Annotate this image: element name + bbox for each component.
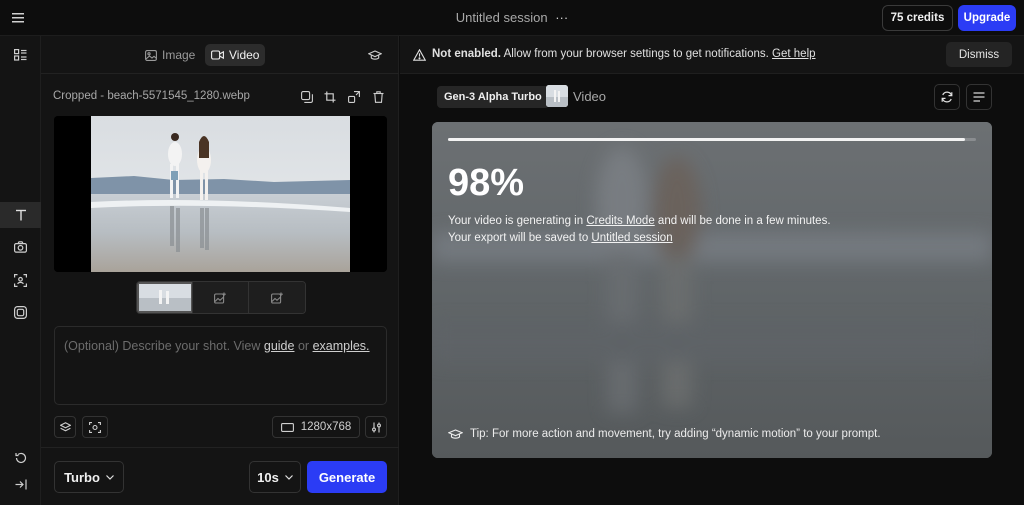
chevron-down-icon bbox=[105, 474, 114, 480]
progress-fill bbox=[448, 138, 966, 141]
notification-message: Allow from your browser settings to get … bbox=[503, 48, 769, 60]
notification-text: Not enabled. Allow from your browser set… bbox=[432, 48, 816, 60]
model-select[interactable]: Turbo bbox=[54, 461, 124, 493]
collapse-icon[interactable] bbox=[0, 471, 41, 497]
tab-video[interactable]: Video bbox=[205, 44, 266, 66]
add-image-icon bbox=[270, 292, 284, 304]
generate-button[interactable]: Generate bbox=[307, 461, 387, 493]
resolution-label: 1280x768 bbox=[300, 421, 352, 433]
learn-icon[interactable] bbox=[367, 48, 383, 62]
layers-icon[interactable] bbox=[0, 299, 41, 325]
prompt-placeholder: (Optional) Describe your shot. View bbox=[64, 339, 261, 353]
duration-select-value: 10s bbox=[257, 469, 279, 485]
top-bar: Untitled session ··· 75 credits Upgrade bbox=[0, 0, 1024, 36]
camera-icon[interactable] bbox=[0, 234, 41, 260]
image-icon bbox=[145, 49, 157, 61]
beach-couple-image bbox=[54, 116, 387, 272]
status-line-1: Your video is generating in Credits Mode… bbox=[448, 215, 831, 227]
trash-icon[interactable] bbox=[370, 89, 386, 105]
tab-image[interactable]: Image bbox=[139, 44, 201, 66]
input-image-preview bbox=[54, 116, 387, 272]
prompt-or: or bbox=[297, 339, 310, 353]
camera-control-button[interactable] bbox=[82, 416, 108, 438]
generation-card: 98% Your video is generating in Credits … bbox=[432, 122, 992, 458]
left-rail bbox=[0, 36, 41, 505]
mode-tabs: Image Video bbox=[41, 36, 399, 74]
graduation-cap-icon bbox=[448, 428, 463, 440]
model-badge: Gen-3 Alpha Turbo bbox=[437, 86, 549, 108]
add-image-slot-1[interactable] bbox=[193, 282, 249, 313]
refresh-icon bbox=[941, 91, 953, 103]
media-type-label: Video bbox=[573, 88, 607, 104]
history-icon[interactable] bbox=[0, 445, 41, 471]
tab-image-label: Image bbox=[162, 48, 196, 62]
refresh-button[interactable] bbox=[934, 84, 960, 110]
tab-video-label: Video bbox=[229, 48, 260, 62]
chevron-down-icon bbox=[284, 474, 293, 480]
status-line-2-prefix: Your export will be saved to bbox=[448, 232, 589, 244]
prompt-textarea[interactable]: (Optional) Describe your shot. View guid… bbox=[54, 326, 387, 405]
add-image-slot-2[interactable] bbox=[249, 282, 305, 313]
sessions-icon[interactable] bbox=[0, 42, 41, 68]
warning-icon bbox=[412, 48, 426, 61]
style-layers-button[interactable] bbox=[54, 416, 76, 438]
model-select-value: Turbo bbox=[64, 469, 100, 485]
credits-button[interactable]: 75 credits bbox=[882, 5, 953, 31]
text-icon[interactable] bbox=[0, 202, 41, 228]
progress-bar bbox=[448, 138, 976, 141]
generation-panel: Image Video Cropped - beach-5571545_1280… bbox=[41, 36, 399, 505]
focus-icon bbox=[89, 421, 101, 433]
aspect-ratio-icon bbox=[280, 422, 294, 432]
stack-icon bbox=[59, 422, 71, 432]
add-image-icon bbox=[214, 292, 227, 304]
thumbnail-1[interactable] bbox=[137, 282, 193, 313]
progress-percent: 98% bbox=[448, 162, 525, 204]
menu-icon[interactable] bbox=[8, 7, 30, 29]
file-name: Cropped - beach-5571545_1280.webp bbox=[53, 90, 250, 102]
resolution-button[interactable]: 1280x768 bbox=[272, 416, 360, 438]
video-icon bbox=[211, 50, 224, 60]
session-title-area: Untitled session ··· bbox=[0, 10, 1024, 25]
divider bbox=[41, 447, 399, 448]
status-line-1-suffix: and will be done in a few minutes. bbox=[657, 215, 831, 227]
session-link[interactable]: Untitled session bbox=[591, 232, 672, 244]
credits-mode-link[interactable]: Credits Mode bbox=[586, 215, 654, 227]
notification-bar: Not enabled. Allow from your browser set… bbox=[400, 36, 1024, 74]
session-more-icon[interactable]: ··· bbox=[555, 10, 568, 25]
list-icon bbox=[973, 92, 985, 102]
duplicate-icon[interactable] bbox=[299, 89, 315, 105]
crop-icon[interactable] bbox=[322, 89, 338, 105]
image-thumbnails bbox=[136, 281, 306, 314]
input-thumbnail bbox=[546, 85, 568, 107]
sliders-icon bbox=[371, 422, 382, 433]
dismiss-button[interactable]: Dismiss bbox=[946, 42, 1012, 67]
details-button[interactable] bbox=[966, 84, 992, 110]
replace-image-icon[interactable] bbox=[346, 89, 362, 105]
examples-link[interactable]: examples. bbox=[313, 339, 370, 353]
status-line-1-prefix: Your video is generating in bbox=[448, 215, 584, 227]
tip: Tip: For more action and movement, try a… bbox=[448, 428, 881, 440]
tip-text: Tip: For more action and movement, try a… bbox=[470, 428, 881, 440]
guide-link[interactable]: guide bbox=[264, 339, 295, 353]
notification-bold: Not enabled. bbox=[432, 48, 502, 60]
media-type-chip: Video bbox=[546, 85, 606, 107]
get-help-link[interactable]: Get help bbox=[772, 48, 815, 60]
scan-face-icon[interactable] bbox=[0, 267, 41, 293]
upgrade-button[interactable]: Upgrade bbox=[958, 5, 1016, 31]
session-title[interactable]: Untitled session bbox=[456, 10, 548, 25]
duration-select[interactable]: 10s bbox=[249, 461, 301, 493]
status-line-2: Your export will be saved to Untitled se… bbox=[448, 232, 673, 244]
settings-button[interactable] bbox=[365, 416, 387, 438]
